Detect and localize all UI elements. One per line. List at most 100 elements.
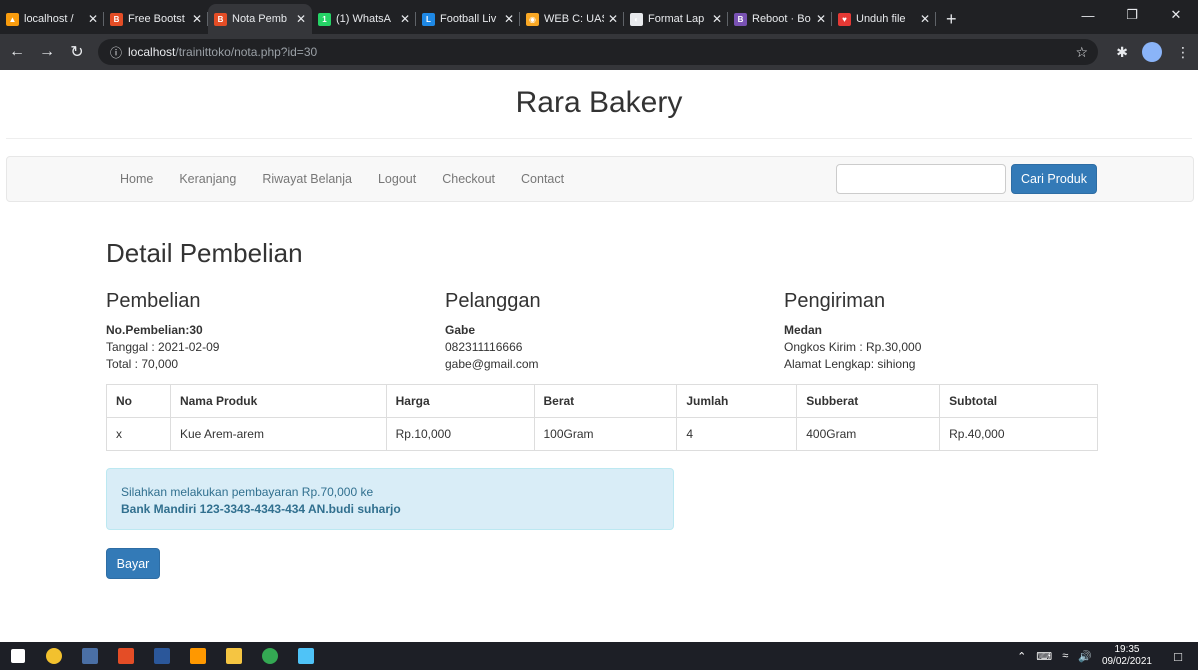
browser-tab[interactable]: ◐ Format Lap ✕ bbox=[624, 4, 728, 34]
nav-keranjang[interactable]: Keranjang bbox=[166, 172, 249, 186]
tab-title: Nota Pemb bbox=[232, 13, 288, 25]
pelanggan-phone: 082311116666 bbox=[445, 340, 523, 354]
url-field[interactable]: ⓘ localhost/trainittoko/nota.php?id=30 ☆ bbox=[98, 39, 1098, 65]
devc-icon[interactable] bbox=[72, 642, 108, 670]
clock[interactable]: 19:35 09/02/2021 bbox=[1102, 644, 1152, 668]
forward-icon[interactable]: → bbox=[34, 43, 60, 61]
tab-title: Free Bootst bbox=[128, 13, 185, 25]
restore-icon[interactable]: ❐ bbox=[1110, 0, 1154, 30]
url-path: /trainittoko/nota.php?id=30 bbox=[175, 45, 318, 59]
search-input[interactable] bbox=[836, 164, 1006, 194]
tab-title: (1) WhatsA bbox=[336, 13, 392, 25]
tab-close-icon[interactable]: ✕ bbox=[296, 12, 306, 26]
nav-links: Home Keranjang Riwayat Belanja Logout Ch… bbox=[107, 157, 577, 201]
browser-tab[interactable]: B Free Bootst ✕ bbox=[104, 4, 208, 34]
payment-instruction: Silahkan melakukan pembayaran Rp.70,000 … bbox=[121, 485, 374, 499]
address-bar-row: ← → ↻ ⓘ localhost/trainittoko/nota.php?i… bbox=[0, 34, 1198, 70]
header-harga: Harga bbox=[385, 384, 535, 418]
toolbar-right: ✱ ⋮ bbox=[1116, 34, 1190, 70]
pembelian-total: Total : 70,000 bbox=[106, 357, 179, 371]
tab-favicon-icon: ◐ bbox=[630, 12, 643, 26]
tray-keyboard-icon[interactable]: ⌨ bbox=[1036, 650, 1052, 663]
tab-close-icon[interactable]: ✕ bbox=[608, 12, 618, 26]
back-icon[interactable]: ← bbox=[4, 43, 30, 61]
xampp-icon[interactable] bbox=[108, 642, 144, 670]
nav-contact[interactable]: Contact bbox=[508, 172, 577, 186]
tab-close-icon[interactable]: ✕ bbox=[192, 12, 202, 26]
tab-close-icon[interactable]: ✕ bbox=[816, 12, 826, 26]
pelanggan-email: gabe@gmail.com bbox=[445, 357, 539, 371]
purchase-table: No Nama Produk Harga Berat Jumlah Subber… bbox=[106, 384, 1098, 451]
tab-close-icon[interactable]: ✕ bbox=[400, 12, 410, 26]
tab-close-icon[interactable]: ✕ bbox=[712, 12, 722, 26]
tab-title: Football Liv bbox=[440, 13, 497, 25]
word-icon[interactable] bbox=[144, 642, 180, 670]
browser-tab[interactable]: 1 (1) WhatsA ✕ bbox=[312, 4, 416, 34]
pembelian-section: Pembelian No.Pembelian:30 Tanggal : 2021… bbox=[106, 290, 406, 373]
site-navbar: Home Keranjang Riwayat Belanja Logout Ch… bbox=[6, 156, 1194, 202]
bank-account: Bank Mandiri 123-3343-4343-434 AN.budi s… bbox=[121, 502, 401, 516]
tab-title: WEB C: UAS bbox=[544, 13, 604, 25]
nav-logout[interactable]: Logout bbox=[365, 172, 429, 186]
header-berat: Berat bbox=[533, 384, 678, 418]
new-tab-button[interactable]: + bbox=[936, 4, 967, 34]
tab-favicon-icon: ◉ bbox=[526, 12, 539, 26]
pengiriman-cost: Ongkos Kirim : Rp.30,000 bbox=[784, 340, 922, 354]
windows-taskbar: ⌃ ⌨ ≈ 🔊 19:35 09/02/2021 □ bbox=[0, 642, 1198, 670]
file-explorer-icon[interactable] bbox=[216, 642, 252, 670]
wifi-icon[interactable]: ≈ bbox=[1062, 650, 1068, 662]
close-icon[interactable]: ✕ bbox=[1154, 0, 1198, 30]
menu-icon[interactable]: ⋮ bbox=[1176, 44, 1190, 61]
browser-tab[interactable]: B Reboot · Bo ✕ bbox=[728, 4, 832, 34]
reload-icon[interactable]: ↻ bbox=[64, 42, 90, 62]
divider bbox=[6, 138, 1192, 139]
browser-tab[interactable]: ♥ Unduh file ✕ bbox=[832, 4, 936, 34]
info-icon[interactable]: ⓘ bbox=[110, 44, 122, 61]
app-icon[interactable] bbox=[36, 642, 72, 670]
nav-checkout[interactable]: Checkout bbox=[429, 172, 508, 186]
table-header-row: No Nama Produk Harga Berat Jumlah Subber… bbox=[106, 384, 1098, 418]
pembelian-heading: Pembelian bbox=[106, 290, 201, 312]
chrome-icon[interactable] bbox=[252, 642, 288, 670]
browser-tab[interactable]: L Football Liv ✕ bbox=[416, 4, 520, 34]
pay-button[interactable]: Bayar bbox=[106, 548, 160, 579]
bookmark-star-icon[interactable]: ☆ bbox=[1075, 44, 1088, 61]
profile-avatar[interactable] bbox=[1142, 42, 1162, 62]
system-tray: ⌃ ⌨ ≈ 🔊 19:35 09/02/2021 □ bbox=[1017, 642, 1198, 670]
windows-start-icon[interactable] bbox=[0, 642, 36, 670]
tab-title: Unduh file bbox=[856, 13, 906, 25]
tab-favicon-icon: 1 bbox=[318, 12, 331, 26]
volume-icon[interactable]: 🔊 bbox=[1078, 650, 1092, 663]
sublime-icon[interactable] bbox=[180, 642, 216, 670]
tab-close-icon[interactable]: ✕ bbox=[504, 12, 514, 26]
pengiriman-city: Medan bbox=[784, 323, 823, 337]
tab-favicon-icon: B bbox=[214, 12, 227, 26]
nav-home[interactable]: Home bbox=[107, 172, 166, 186]
payment-info-alert: Silahkan melakukan pembayaran Rp.70,000 … bbox=[106, 468, 674, 530]
minimize-icon[interactable]: — bbox=[1066, 0, 1110, 30]
header-no: No bbox=[106, 384, 171, 418]
search-button[interactable]: Cari Produk bbox=[1011, 164, 1097, 194]
pembelian-date: Tanggal : 2021-02-09 bbox=[106, 340, 220, 354]
cell-jumlah: 4 bbox=[676, 417, 798, 451]
browser-tab[interactable]: ▲ localhost / ✕ bbox=[0, 4, 104, 34]
tab-favicon-icon: ♥ bbox=[838, 12, 851, 26]
nav-riwayat-belanja[interactable]: Riwayat Belanja bbox=[249, 172, 365, 186]
header-subberat: Subberat bbox=[796, 384, 941, 418]
app-blue-icon[interactable] bbox=[288, 642, 324, 670]
clock-time: 19:35 bbox=[1114, 644, 1140, 655]
cell-berat: 100Gram bbox=[533, 417, 678, 451]
browser-tab[interactable]: ◉ WEB C: UAS ✕ bbox=[520, 4, 624, 34]
tray-chevron-icon[interactable]: ⌃ bbox=[1017, 650, 1026, 663]
tab-favicon-icon: B bbox=[110, 12, 123, 26]
header-subtotal: Subtotal bbox=[939, 384, 1098, 418]
clock-date: 09/02/2021 bbox=[1101, 656, 1152, 667]
url-host: localhost bbox=[128, 45, 176, 59]
tab-favicon-icon: L bbox=[422, 12, 435, 26]
browser-tab[interactable]: B Nota Pemb ✕ bbox=[208, 4, 312, 34]
extensions-icon[interactable]: ✱ bbox=[1116, 44, 1128, 61]
notification-icon[interactable]: □ bbox=[1166, 649, 1190, 664]
tab-close-icon[interactable]: ✕ bbox=[88, 12, 98, 26]
tab-favicon-icon: B bbox=[734, 12, 747, 26]
tab-close-icon[interactable]: ✕ bbox=[920, 12, 930, 26]
